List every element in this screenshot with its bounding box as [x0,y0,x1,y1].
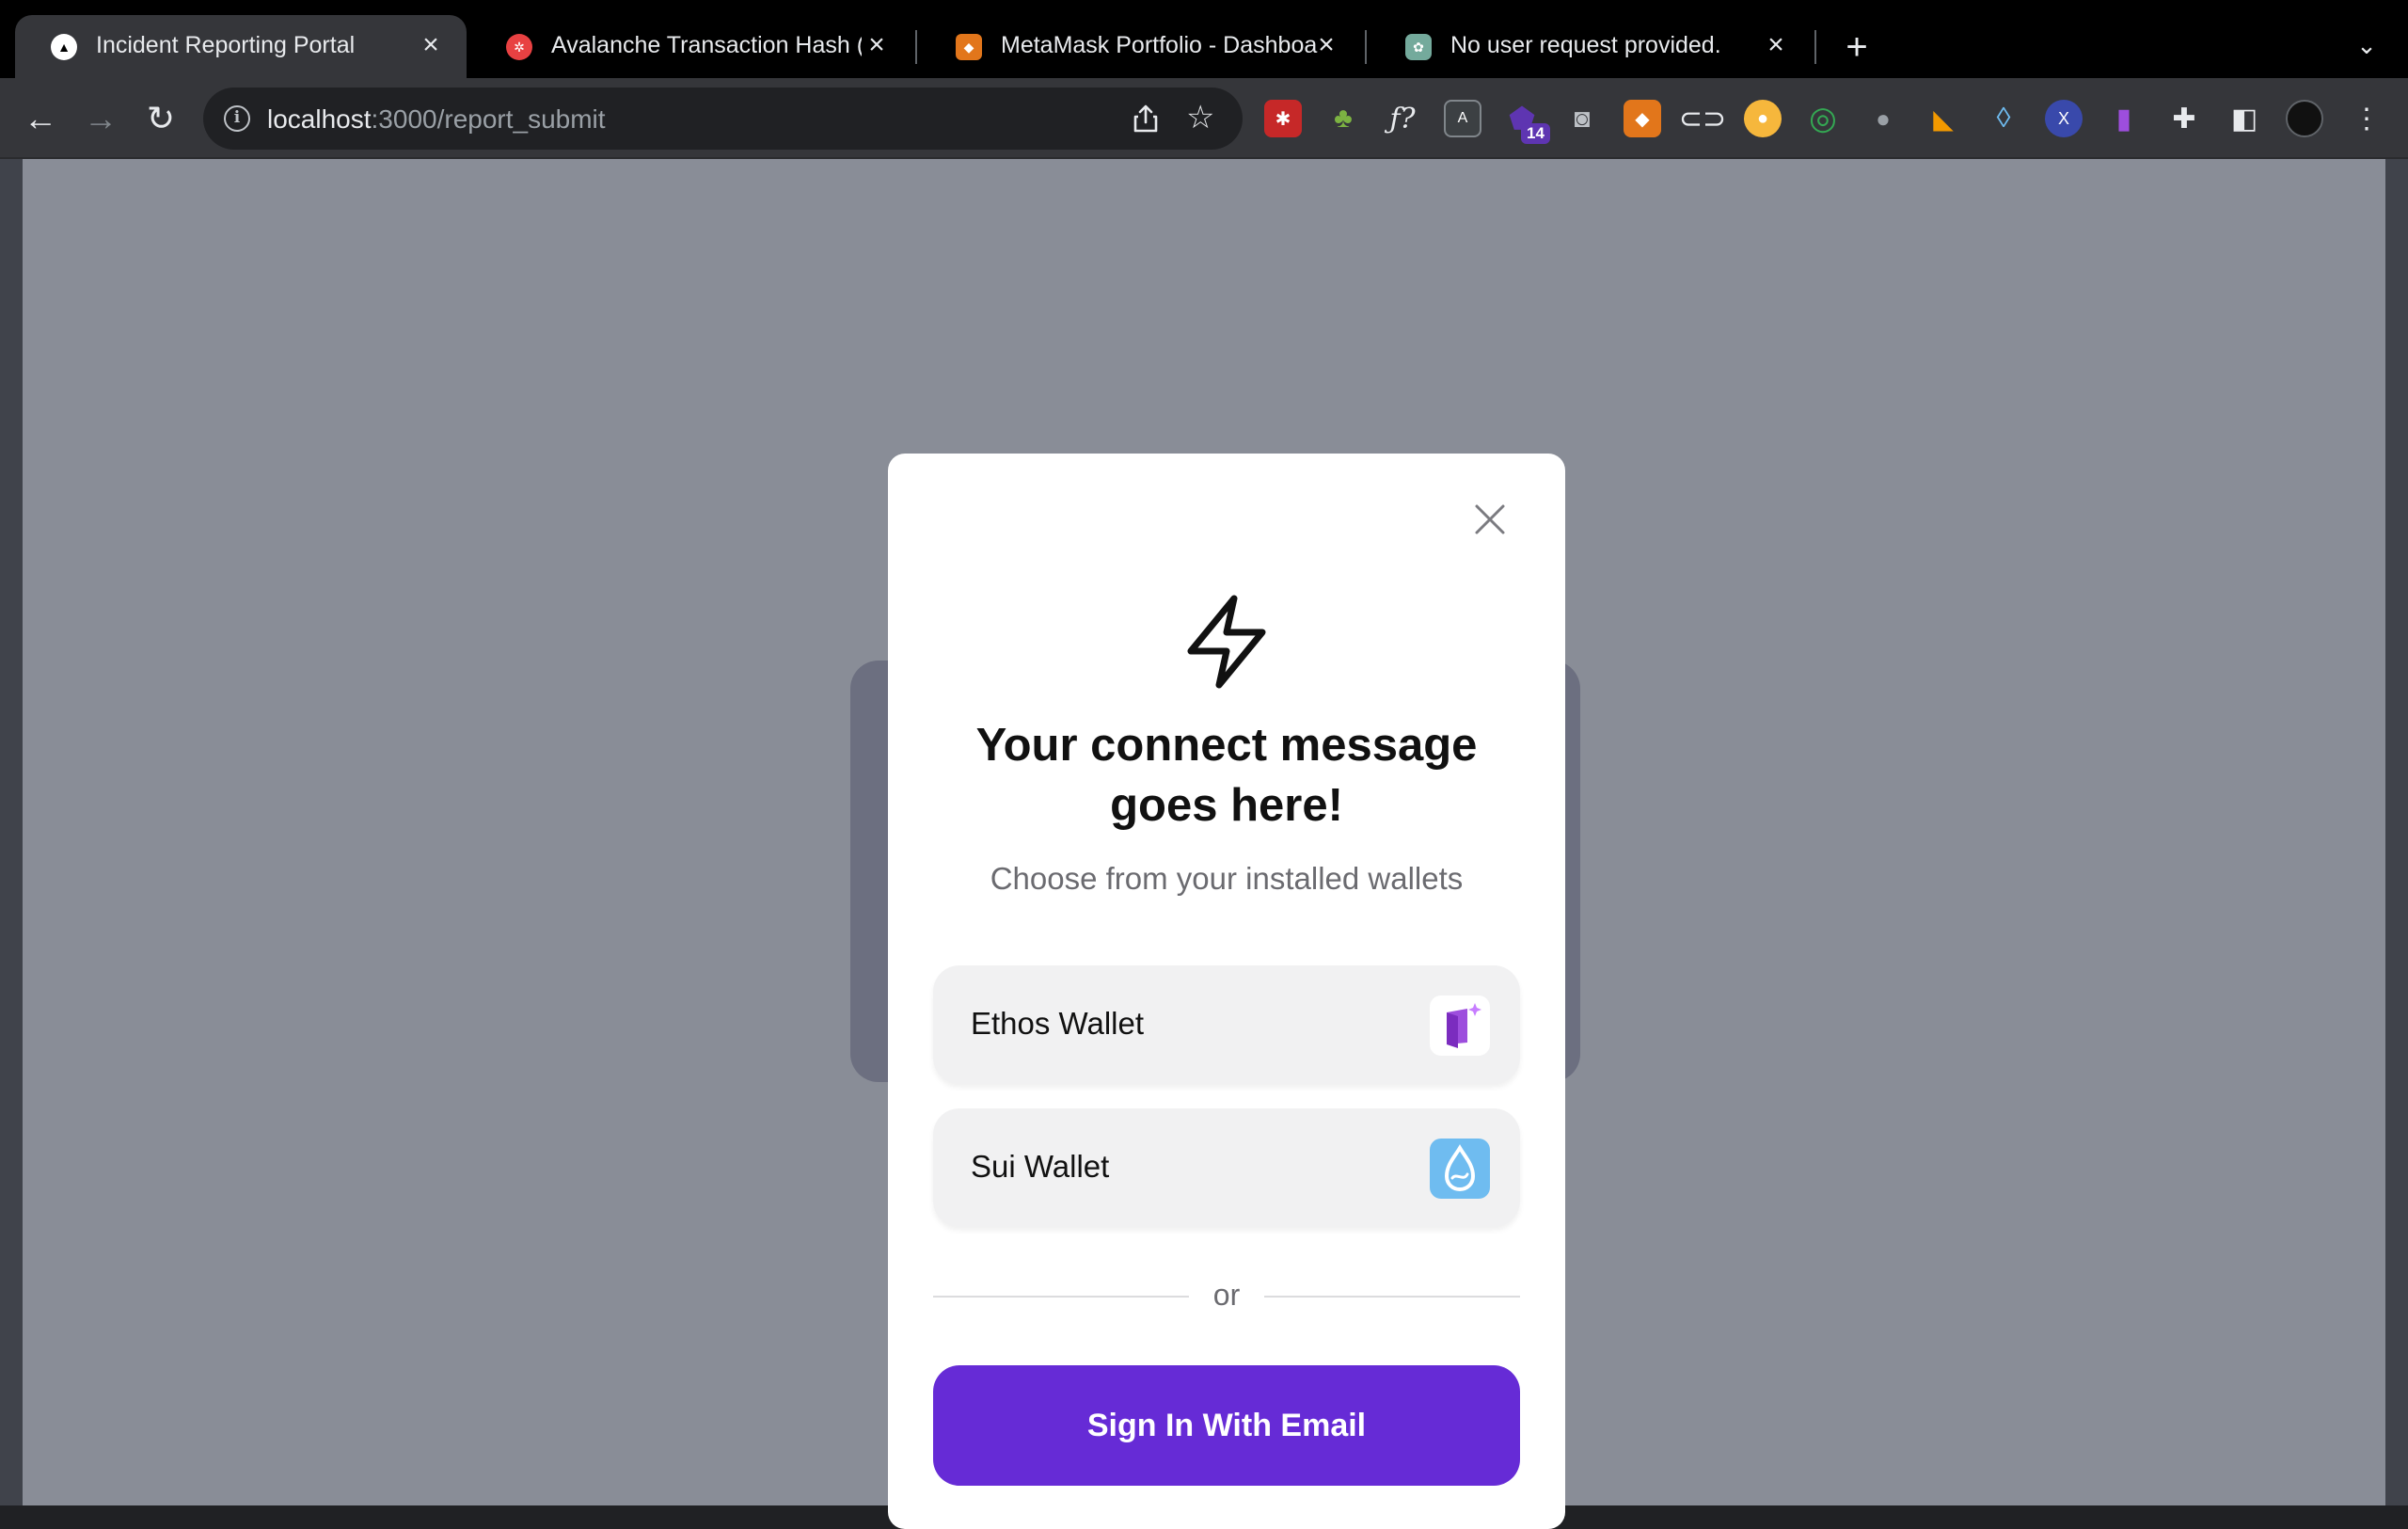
tab-separator [1814,30,1816,64]
tab-separator [1365,30,1367,64]
tab-close-icon[interactable]: × [1309,28,1343,62]
tab-title: Avalanche Transaction Hash (T [551,32,862,58]
url-host: localhost [267,104,372,134]
profile-avatar[interactable] [2286,100,2323,137]
share-icon[interactable] [1130,103,1162,135]
tab-metamask-portfolio[interactable]: ◆ MetaMask Portfolio - Dashboa × [920,15,1362,78]
extension-camera-icon[interactable]: ◙ [1563,100,1601,137]
page-viewport: Your connect message goes here! Choose f… [0,159,2408,1529]
extension-coin-icon[interactable]: ● [1744,100,1782,137]
extension-shoe-icon[interactable]: ◣ [1925,100,1962,137]
tab-close-icon[interactable]: × [860,28,894,62]
extension-translate-icon[interactable]: A [1444,100,1481,137]
extension-ethos-icon[interactable]: ▮ [2105,100,2143,137]
extension-metamask-icon[interactable]: ◆ [1624,100,1661,137]
bookmark-star-icon[interactable]: ☆ [1186,99,1214,136]
tab-incident-reporting-portal[interactable]: ▲ Incident Reporting Portal × [15,15,467,78]
extension-ghost-icon[interactable]: ● [1864,100,1902,137]
browser-toolbar: ← → ↻ i localhost:3000/report_submit ☆ ✱… [0,78,2408,159]
tab-close-icon[interactable]: × [1759,28,1793,62]
browser-menu-icon[interactable]: ⋮ [2348,100,2385,137]
sui-wallet-icon [1430,1139,1490,1199]
extension-badge-count: 14 [1521,123,1550,144]
ethos-wallet-option[interactable]: Ethos Wallet [933,965,1520,1084]
triangle-logo-icon: ▲ [51,34,77,60]
sui-wallet-option[interactable]: Sui Wallet [933,1108,1520,1227]
extensions-puzzle-icon[interactable]: ✚ [2165,100,2203,137]
connect-wallet-modal: Your connect message goes here! Choose f… [888,454,1565,1529]
url-path: :3000/report_submit [371,104,606,134]
modal-overlay[interactable]: Your connect message goes here! Choose f… [23,159,2385,1529]
divider-or-label: or [1212,1278,1241,1312]
new-tab-button[interactable]: + [1837,28,1877,68]
tab-title: MetaMask Portfolio - Dashboa [1001,32,1318,58]
extension-tree-icon[interactable]: ♣ [1324,100,1362,137]
tab-no-user-request[interactable]: ✿ No user request provided. × [1370,15,1812,78]
sign-in-with-email-button[interactable]: Sign In With Email [933,1365,1520,1486]
wallet-name: Ethos Wallet [971,1006,1145,1041]
side-panel-icon[interactable]: ◧ [2226,100,2263,137]
reload-icon[interactable]: ↻ [139,97,182,140]
back-arrow-icon[interactable]: ← [19,97,62,140]
tab-search-chevron-icon[interactable]: ⌄ [2348,26,2385,64]
extension-target-icon[interactable]: ◎ [1804,100,1842,137]
url-text[interactable]: localhost:3000/report_submit [267,104,606,135]
tab-title: Incident Reporting Portal [96,32,356,58]
tab-strip: ▲ Incident Reporting Portal × ✲ Avalanch… [0,0,2408,78]
modal-title: Your connect message goes here! [975,720,1478,831]
extension-x-icon[interactable]: X [2045,100,2083,137]
tab-avalanche-transaction-hash[interactable]: ✲ Avalanche Transaction Hash (T × [470,15,912,78]
tab-close-icon[interactable]: × [414,28,448,62]
chatgpt-icon: ✿ [1405,34,1432,60]
tab-separator [915,30,917,64]
extension-sui-drop-icon[interactable]: ◊ [1985,100,2022,137]
tab-title: No user request provided. [1450,32,1721,58]
divider-line [1264,1296,1520,1298]
ethos-wallet-icon [1430,995,1490,1056]
close-icon[interactable] [1473,502,1507,536]
extension-function-icon[interactable]: ƒ? [1384,100,1421,137]
forward-arrow-icon[interactable]: → [79,97,122,140]
modal-subtitle: Choose from your installed wallets [990,861,1464,896]
avalanche-icon: ✲ [506,34,532,60]
extension-paw-icon[interactable]: ✱ [1264,100,1302,137]
site-info-icon[interactable]: i [224,105,250,132]
metamask-fox-icon: ◆ [956,34,982,60]
address-bar[interactable]: i localhost:3000/report_submit ☆ [203,88,1243,150]
extension-link-icon[interactable]: ⊂⊃ [1679,100,1726,137]
lightning-bolt-icon [1187,595,1266,689]
wallet-name: Sui Wallet [971,1149,1110,1184]
divider-line [933,1296,1189,1298]
